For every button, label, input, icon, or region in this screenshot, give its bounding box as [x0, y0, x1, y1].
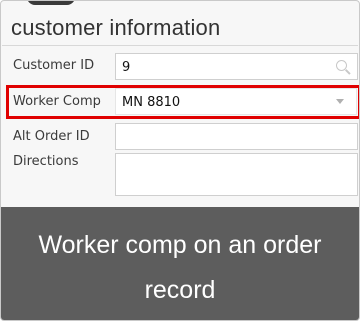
- customer-id-field[interactable]: 9: [115, 53, 358, 80]
- caption-text: Worker comp on an order record: [38, 231, 322, 304]
- alt-order-id-field[interactable]: [115, 123, 358, 150]
- alt-order-id-label: Alt Order ID: [13, 129, 90, 144]
- search-icon[interactable]: [336, 60, 347, 71]
- directions-textarea[interactable]: [115, 153, 358, 196]
- caption-banner: Worker comp on an order record: [1, 207, 359, 320]
- title-divider: [2, 45, 358, 46]
- customer-information-panel: customer information Customer ID 9 Worke…: [0, 0, 360, 321]
- worker-comp-highlight: [6, 85, 359, 119]
- panel-tab-decoration: [27, 1, 75, 5]
- panel-title: customer information: [11, 15, 221, 40]
- customer-id-label: Customer ID: [13, 58, 95, 73]
- directions-label: Directions: [13, 154, 79, 169]
- customer-id-value: 9: [122, 60, 131, 75]
